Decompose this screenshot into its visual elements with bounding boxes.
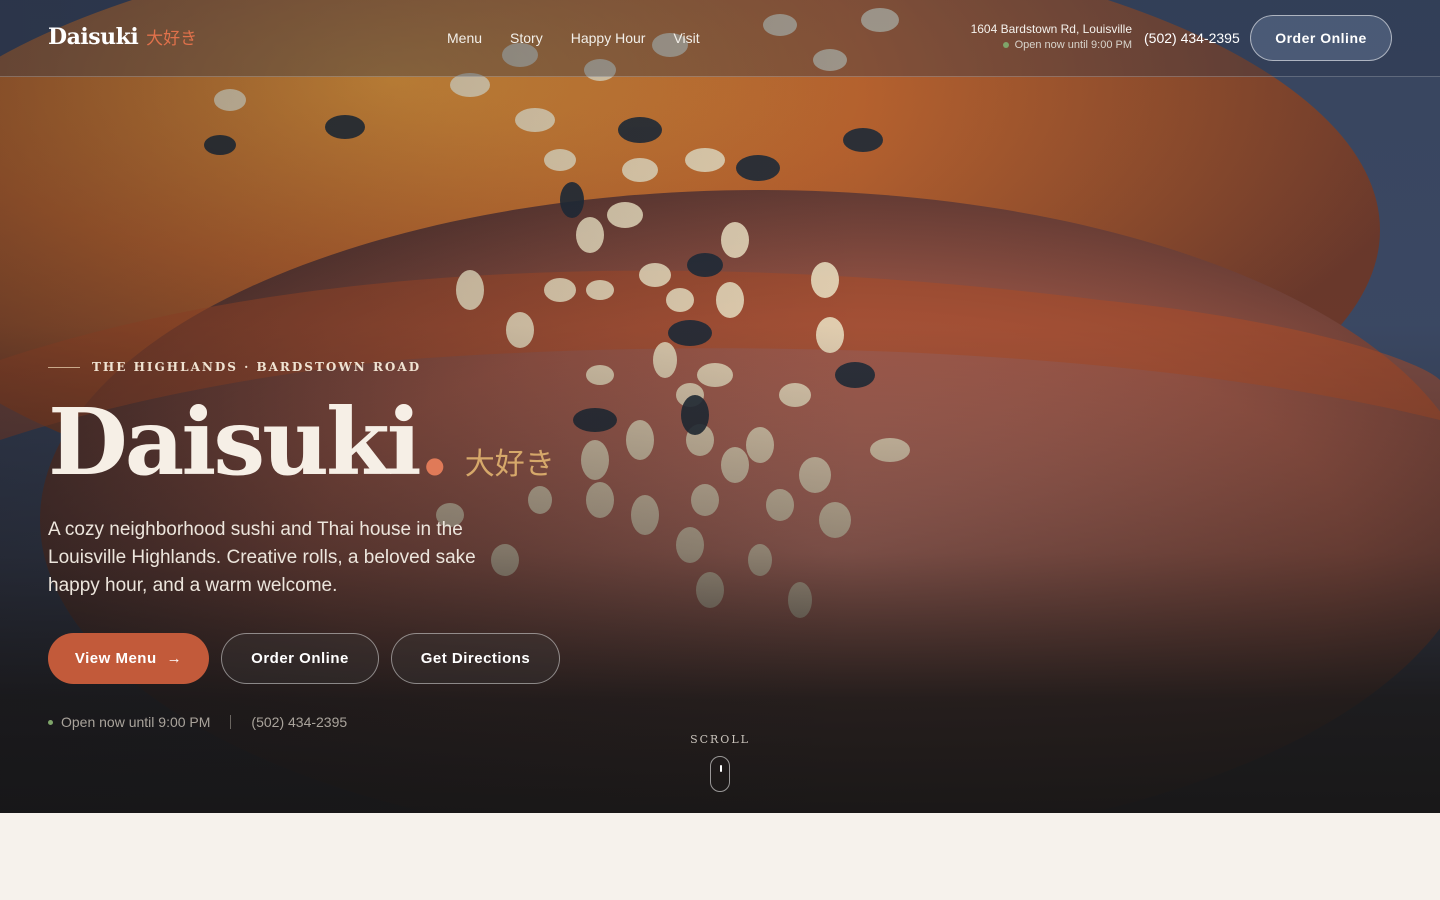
hero-description: A cozy neighborhood sushi and Thai house…: [48, 519, 476, 596]
hero-order-online-button[interactable]: Order Online: [221, 633, 379, 684]
headline-accent-dot: .: [418, 388, 451, 496]
nav-link-menu[interactable]: Menu: [447, 30, 482, 46]
brand-kanji: 大好き: [146, 29, 198, 49]
nav-link-story[interactable]: Story: [510, 30, 543, 46]
nav-links: Menu Story Happy Hour Visit: [447, 30, 700, 46]
top-navigation: Daisuki 大好き Menu Story Happy Hour Visit …: [0, 0, 1440, 77]
nav-link-visit[interactable]: Visit: [673, 30, 699, 46]
mouse-icon: [710, 756, 730, 792]
mouse-wheel-icon: [720, 765, 722, 772]
nav-address[interactable]: 1604 Bardstown Rd, Louisville: [971, 22, 1132, 36]
brand-name: Daisuki: [48, 24, 139, 50]
nav-hours: Open now until 9:00 PM: [971, 39, 1132, 51]
view-menu-button[interactable]: View Menu →: [48, 633, 209, 684]
get-directions-button[interactable]: Get Directions: [391, 633, 560, 684]
hero-headline: Daisuki . 大好き: [48, 396, 555, 488]
hero-eyebrow: THE HIGHLANDS · BARDSTOWN ROAD: [48, 360, 421, 374]
nav-hours-text: Open now until 9:00 PM: [1014, 39, 1132, 51]
status-divider: [230, 715, 232, 729]
open-status-dot-icon: [1002, 42, 1009, 48]
hero-status-bar: Open now until 9:00 PM (502) 434-2395: [48, 714, 347, 730]
headline-kanji: 大好き: [464, 447, 555, 482]
eyebrow-text: THE HIGHLANDS · BARDSTOWN ROAD: [92, 360, 422, 374]
view-menu-label: View Menu: [74, 650, 157, 667]
status-phone-link[interactable]: (502) 434-2395: [251, 714, 347, 730]
hero-section: Daisuki 大好き Menu Story Happy Hour Visit …: [0, 0, 1440, 813]
nav-link-happy-hour[interactable]: Happy Hour: [571, 30, 646, 46]
next-section: [0, 813, 1440, 900]
nav-phone-link[interactable]: (502) 434-2395: [1144, 30, 1240, 46]
arrow-right-icon: →: [166, 650, 183, 667]
status-hours: Open now until 9:00 PM: [61, 714, 211, 730]
nav-location-info: 1604 Bardstown Rd, Louisville Open now u…: [971, 22, 1132, 51]
headline-word: Daisuki: [48, 388, 422, 496]
scroll-indicator[interactable]: SCROLL: [680, 733, 760, 792]
open-status-dot-icon: [48, 719, 53, 725]
brand-logo[interactable]: Daisuki 大好き: [48, 24, 197, 50]
nav-order-online-button[interactable]: Order Online: [1250, 15, 1392, 61]
eyebrow-divider: [48, 366, 80, 368]
scroll-label: SCROLL: [690, 733, 750, 746]
